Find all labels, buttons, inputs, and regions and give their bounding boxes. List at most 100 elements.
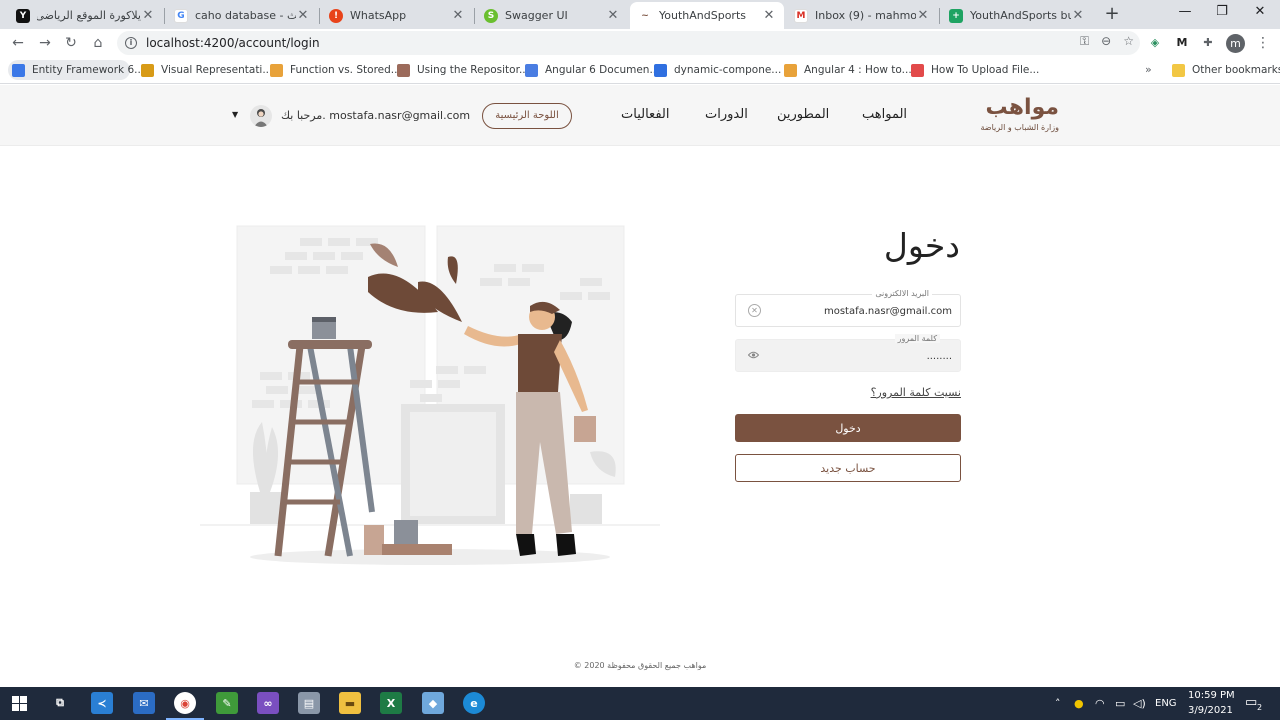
vscode-icon[interactable]: ≺: [91, 692, 113, 714]
password-field[interactable]: كلمة المرور: [735, 334, 961, 372]
battery-icon[interactable]: ▭: [1115, 697, 1125, 710]
close-icon[interactable]: ✕: [916, 8, 930, 23]
new-tab-icon[interactable]: +: [1102, 4, 1122, 24]
chevron-down-icon[interactable]: ▼: [232, 110, 238, 119]
address-bar[interactable]: i localhost:4200/account/login ⚿ ⊖ ☆: [117, 31, 1140, 55]
excel-icon[interactable]: X: [380, 692, 402, 714]
browser-tab[interactable]: S Swagger UI ✕: [476, 2, 628, 29]
home-icon[interactable]: ⌂: [88, 33, 108, 53]
browser-tab[interactable]: Y يلاكورة الموقع الرياضى ال ✕: [8, 2, 163, 29]
close-icon[interactable]: ✕: [762, 8, 776, 23]
browser-tabstrip: Y يلاكورة الموقع الرياضى ال ✕ G caho dat…: [0, 0, 1280, 29]
bookmark-label: Angular 4 : How to...: [804, 64, 912, 76]
zoom-icon[interactable]: ⊖: [1101, 34, 1111, 49]
task-view-icon[interactable]: ⧉: [49, 692, 71, 714]
nav-talents[interactable]: المواهب: [862, 107, 907, 122]
visual-studio-icon[interactable]: ∞: [257, 692, 279, 714]
bookmark-item[interactable]: Entity Framework 6...: [8, 60, 144, 80]
email-field[interactable]: البريد الالكترونى ✕: [735, 289, 961, 327]
dashboard-button[interactable]: اللوحة الرئيسية: [482, 103, 572, 129]
key-icon[interactable]: ⚿: [1080, 34, 1089, 49]
close-icon[interactable]: ✕: [296, 8, 310, 23]
register-button[interactable]: حساب جديد: [735, 454, 961, 482]
windows-start-icon[interactable]: [12, 696, 27, 711]
login-button[interactable]: دخول: [735, 414, 961, 442]
bookmark-item[interactable]: Using the Repositor...: [393, 60, 533, 80]
tab-title: Swagger UI: [505, 9, 568, 22]
close-icon[interactable]: ✕: [1071, 8, 1085, 23]
bookmark-item[interactable]: Visual Representati...: [137, 60, 276, 80]
bookmark-icon: [12, 63, 25, 77]
menu-icon[interactable]: ⋮: [1256, 35, 1270, 51]
bookmark-label: Visual Representati...: [161, 64, 273, 76]
close-window-icon[interactable]: ✕: [1245, 4, 1275, 22]
login-illustration: [200, 222, 665, 572]
forgot-password-link[interactable]: نسيت كلمة المرور؟: [840, 386, 961, 399]
avatar[interactable]: [250, 105, 272, 127]
minimize-icon[interactable]: —: [1170, 4, 1200, 22]
profile-avatar[interactable]: m: [1226, 34, 1245, 53]
site-logo[interactable]: مواهب وزارة الشباب و الرياضة: [964, 95, 1060, 133]
close-icon[interactable]: ✕: [451, 8, 465, 23]
nav-developers[interactable]: المطورين: [777, 107, 829, 122]
browser-tab[interactable]: ! WhatsApp ✕: [321, 2, 473, 29]
tab-divider: [939, 8, 940, 24]
edge-icon[interactable]: e: [463, 692, 485, 714]
folder-icon[interactable]: ▬: [339, 692, 361, 714]
browser-tab[interactable]: M Inbox (9) - mahmoudal ✕: [786, 2, 938, 29]
password-label: كلمة المرور: [894, 334, 940, 343]
bookmark-item[interactable]: Angular 4 : How to...: [780, 60, 916, 80]
other-bookmarks[interactable]: Other bookmarks: [1168, 60, 1280, 80]
windows-taskbar: ⧉ ≺ ✉ ◉ ✎ ∞ ▤ ▬ X ◆ e ˄ ● ◠ ▭ ◁) ENG 10:…: [0, 687, 1280, 720]
password-input[interactable]: [764, 346, 952, 366]
tray-app-icon[interactable]: ●: [1074, 697, 1084, 710]
bookmark-label: Using the Repositor...: [417, 64, 529, 76]
browser-tab[interactable]: G caho database - بحث G ✕: [166, 2, 318, 29]
bookmark-label: Function vs. Stored...: [290, 64, 401, 76]
nav-events[interactable]: الفعاليات: [621, 107, 669, 122]
reload-icon[interactable]: ↻: [61, 33, 81, 53]
extension-m-icon[interactable]: M: [1174, 35, 1190, 51]
clear-icon[interactable]: ✕: [748, 304, 761, 317]
more-bookmarks-icon[interactable]: »: [1145, 63, 1152, 76]
tab-title: Inbox (9) - mahmoudal: [815, 9, 916, 22]
bookmark-item[interactable]: dynamic-compone...: [650, 60, 785, 80]
language-indicator[interactable]: ENG: [1155, 698, 1177, 709]
page-title: دخول: [883, 226, 960, 265]
bookmark-item[interactable]: Angular 6 Documen...: [521, 60, 663, 80]
close-icon[interactable]: ✕: [606, 8, 620, 23]
browser-toolbar: ← → ↻ ⌂ i localhost:4200/account/login ⚿…: [0, 29, 1280, 57]
browser-tab[interactable]: + YouthAndSports bugs& ✕: [941, 2, 1093, 29]
yallakora-icon: Y: [16, 8, 30, 23]
bookmark-icon: [397, 63, 410, 77]
logo-subtitle: وزارة الشباب و الرياضة: [980, 123, 1060, 132]
close-icon[interactable]: ✕: [141, 8, 155, 23]
app-icon[interactable]: ▤: [298, 692, 320, 714]
mail-icon[interactable]: ✉: [133, 692, 155, 714]
forward-icon[interactable]: →: [35, 33, 55, 53]
app-icon[interactable]: ◆: [422, 692, 444, 714]
bookmark-item[interactable]: Function vs. Stored...: [266, 60, 405, 80]
restore-icon[interactable]: ❐: [1207, 4, 1237, 22]
clock-date[interactable]: 3/9/2021: [1188, 705, 1233, 716]
tab-title: WhatsApp: [350, 9, 407, 22]
site-info-icon[interactable]: i: [125, 37, 137, 49]
app-icon[interactable]: ✎: [216, 692, 238, 714]
browser-tab-active[interactable]: ~ YouthAndSports ✕: [630, 2, 784, 29]
clock-time[interactable]: 10:59 PM: [1188, 690, 1235, 701]
email-input[interactable]: [764, 301, 952, 321]
logo-text: مواهب: [985, 95, 1060, 120]
extension-icon[interactable]: ◈: [1147, 35, 1163, 51]
bookmark-item[interactable]: How To Upload File...: [907, 60, 1043, 80]
eye-icon[interactable]: [748, 351, 759, 359]
back-icon[interactable]: ←: [8, 33, 28, 53]
notification-icon[interactable]: ▭: [1245, 695, 1257, 710]
bookmark-label: Entity Framework 6...: [32, 64, 145, 76]
nav-courses[interactable]: الدورات: [705, 107, 748, 122]
star-icon[interactable]: ☆: [1123, 34, 1134, 49]
volume-icon[interactable]: ◁): [1133, 697, 1146, 710]
puzzle-icon[interactable]: ✚: [1200, 35, 1216, 51]
chevron-up-icon[interactable]: ˄: [1055, 697, 1061, 710]
network-icon[interactable]: ◠: [1095, 697, 1105, 710]
chrome-icon[interactable]: ◉: [174, 692, 196, 714]
